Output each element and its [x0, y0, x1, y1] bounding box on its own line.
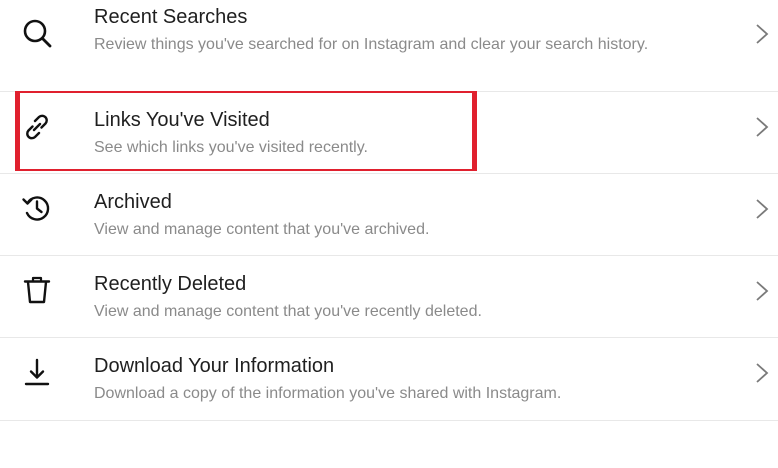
- chevron-right-icon: [754, 22, 770, 46]
- menu-item-archived[interactable]: Archived View and manage content that yo…: [0, 174, 778, 256]
- menu-item-title: Recently Deleted: [94, 273, 247, 295]
- menu-item-links-visited[interactable]: Links You've Visited See which links you…: [0, 92, 778, 174]
- chevron-right-icon: [754, 197, 770, 221]
- menu-item-description: Review things you've searched for on Ins…: [94, 36, 649, 53]
- menu-item-recently-deleted[interactable]: Recently Deleted View and manage content…: [0, 256, 778, 338]
- menu-item-title: Download Your Information: [94, 355, 335, 377]
- menu-item-download-info[interactable]: Download Your Information Download a cop…: [0, 338, 778, 421]
- menu-item-recent-searches[interactable]: Recent Searches Review things you've sea…: [0, 0, 778, 92]
- menu-item-description: View and manage content that you've arch…: [94, 221, 430, 238]
- menu-item-title: Recent Searches: [94, 6, 248, 28]
- chevron-right-icon: [754, 279, 770, 303]
- menu-item-description: Download a copy of the information you'v…: [94, 385, 562, 402]
- menu-item-title: Archived: [94, 191, 172, 213]
- menu-item-description: View and manage content that you've rece…: [94, 303, 482, 320]
- menu-item-title: Links You've Visited: [94, 109, 270, 131]
- chevron-right-icon: [754, 115, 770, 139]
- trash-icon: [20, 273, 54, 307]
- download-icon: [20, 355, 54, 389]
- link-icon: [20, 110, 54, 144]
- menu-item-description: See which links you've visited recently.: [94, 139, 368, 156]
- archive-history-icon: [20, 191, 54, 225]
- chevron-right-icon: [754, 361, 770, 385]
- search-icon: [20, 16, 54, 50]
